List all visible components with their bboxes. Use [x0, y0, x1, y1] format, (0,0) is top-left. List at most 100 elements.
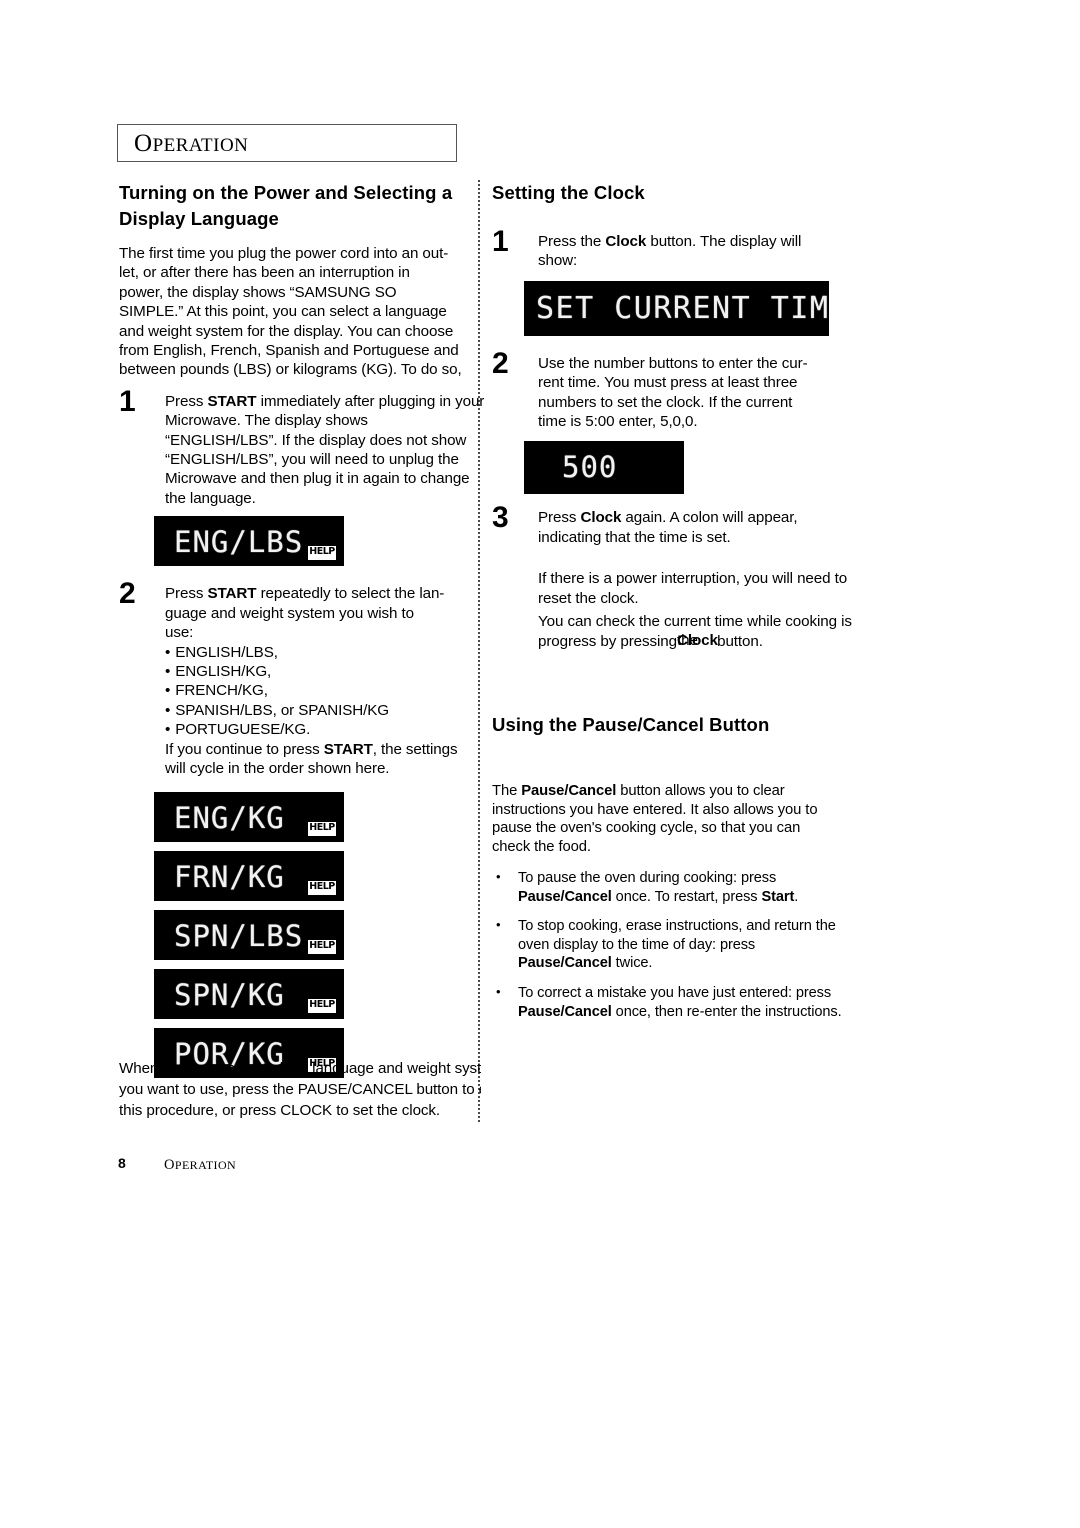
step-line: numbers to set the clock. If the current [538, 393, 793, 411]
clock-step-1: 1 Press the Clock button. The display wi… [492, 227, 882, 271]
clock-step-3: 3 Press Clock again. A colon will appear… [492, 503, 882, 547]
list-item: ENGLISH/LBS, [165, 643, 467, 662]
lcd-display-eng-lbs: ENG/LBS HELP [154, 516, 344, 567]
lcd-text: ENG/LBS [174, 525, 304, 560]
step-text: Use the number buttons to enter the cur-… [538, 354, 882, 432]
manual-page: OPERATION Turning on the Power and Selec… [0, 0, 1080, 1528]
pause-intro-line: The Pause/Cancel button allows you to cl… [492, 783, 785, 799]
step-line: Use the number buttons to enter the cur- [538, 354, 808, 372]
step-text-post: button. The display will [646, 233, 802, 250]
intro-paragraph: The first time you plug the power cord i… [119, 244, 467, 380]
step-line: guage and weight system you wish to [165, 604, 414, 622]
step-text: Press START immediately after plugging i… [165, 392, 484, 508]
list-item: To correct a mistake you have just enter… [492, 983, 882, 1021]
note-line: If there is a power interruption, you wi… [538, 570, 848, 588]
clock-button-ref: Clock [580, 509, 622, 527]
check-time-note: You can check the current time while coo… [538, 612, 882, 652]
start-button-ref: START [323, 740, 373, 758]
bullet-text-post: twice. [611, 955, 653, 972]
pause-cancel-button-ref: Pause/Cancel [518, 888, 612, 905]
intro-line: SIMPLE.” At this point, you can select a… [119, 303, 447, 321]
cycle-note-pre: If you continue to press [165, 740, 324, 758]
step-text: Press the Clock button. The display will… [538, 232, 882, 271]
step-line: Press the Clock button. The display will [538, 233, 801, 250]
bullet-line: To pause the oven during cooking: press [518, 870, 777, 887]
list-item: ENGLISH/KG, [165, 662, 467, 681]
lcd-display-spn-kg: SPN/KG HELP [154, 969, 344, 1020]
list-item: To pause the oven during cooking: press … [492, 868, 882, 906]
step-line: Microwave and then plug it in again to c… [165, 470, 470, 488]
step-line: Press START immediately after plugging i… [165, 393, 484, 410]
list-item: FRENCH/KG, [165, 681, 467, 700]
section-banner-rest: PERATION [152, 135, 249, 156]
note-line: reset the clock. [538, 589, 639, 607]
clock-notes: If there is a power interruption, you wi… [492, 569, 882, 652]
language-option-list: ENGLISH/LBS, ENGLISH/KG, FRENCH/KG, SPAN… [165, 643, 467, 740]
step-line: time is 5:00 enter, 5,0,0. [538, 413, 698, 431]
pause-intro-pre: The [492, 782, 522, 799]
cycle-note-line1: If you continue to press START, the sett… [165, 740, 458, 758]
help-badge: HELP [308, 546, 336, 561]
bullet-text-mid: once. To restart, press [611, 888, 762, 905]
note-text-pre: progress by pressing [538, 633, 677, 651]
cycle-note-line2: will cycle in the order shown here. [165, 759, 390, 777]
closing-line: When you have selected the language and … [119, 1060, 481, 1077]
pause-cancel-button-ref: Pause/Cancel [518, 955, 612, 972]
bullet-text-post: . [794, 888, 799, 905]
step-number: 3 [492, 501, 509, 535]
bullet-line: oven display to the time of day: press [518, 936, 756, 953]
section-banner-initial: O [134, 130, 153, 157]
left-heading-line2: Display Language [119, 208, 279, 229]
pause-intro-line: check the food. [492, 839, 591, 856]
clock-button-ref: Clock [676, 632, 718, 650]
footer-section-title: OPERATION [164, 1157, 236, 1174]
right-column: Setting the Clock 1 Press the Clock butt… [492, 180, 882, 1032]
note-text-post: button. [712, 633, 763, 651]
pause-cancel-button-ref: Pause/Cancel [521, 782, 617, 799]
section-banner-label: OPERATION [134, 130, 248, 158]
left-column: Turning on the Power and Selecting a Dis… [119, 180, 484, 1087]
pause-intro-line: instructions you have entered. It also a… [492, 801, 818, 818]
step-line: Press Clock again. A colon will appear, [538, 509, 798, 526]
step-number: 1 [492, 225, 509, 258]
intro-line: power, the display shows “SAMSUNG SO [119, 283, 397, 301]
step-text-pre: Press [165, 585, 208, 603]
step-text-post: repeatedly to select the lan- [256, 585, 445, 603]
step-text-post: immediately after plugging in your [256, 392, 485, 410]
intro-line: and weight system for the display. You c… [119, 322, 454, 340]
lcd-display-set-current-time: SET CURRENT TIME [524, 280, 829, 336]
footer-rest: PERATION [174, 1158, 237, 1172]
lcd-text: ENG/KG [174, 801, 285, 836]
section-banner: OPERATION [117, 124, 457, 162]
note-line: You can check the current time while coo… [538, 613, 852, 631]
lcd-display-500: 500 [524, 441, 684, 495]
left-heading: Turning on the Power and Selecting a Dis… [119, 180, 467, 232]
footer-initial: O [164, 1157, 175, 1173]
list-item: To stop cooking, erase instructions, and… [492, 916, 882, 973]
left-step-1: 1 Press START immediately after plugging… [119, 386, 484, 508]
intro-line: The first time you plug the power cord i… [119, 245, 449, 262]
help-badge: HELP [308, 999, 336, 1014]
bullet-line: Pause/Cancel once. To restart, press Sta… [518, 889, 798, 905]
closing-line: this procedure, or press CLOCK to set th… [119, 1102, 441, 1119]
step-line: use: [165, 624, 194, 642]
step-text-pre: Press [165, 392, 208, 410]
lcd-text: FRN/KG [174, 860, 285, 895]
step-line: the language. [165, 489, 256, 507]
clock-section-heading: Setting the Clock [492, 182, 645, 203]
start-button-ref: START [207, 392, 257, 410]
page-number: 8 [118, 1155, 126, 1171]
step-line: Press START repeatedly to select the lan… [165, 585, 444, 602]
list-item: PORTUGUESE/KG. [165, 720, 467, 739]
cycle-note-post: , the settings [372, 740, 458, 758]
closing-paragraph: When you have selected the language and … [119, 1058, 481, 1128]
step-number: 1 [119, 384, 136, 418]
pause-cancel-button-ref: Pause/Cancel [518, 1003, 612, 1020]
help-badge: HELP [308, 881, 336, 896]
step-number: 2 [492, 346, 509, 380]
left-step-2: 2 Press START repeatedly to select the l… [119, 579, 467, 778]
bullet-line: Pause/Cancel twice. [518, 955, 652, 971]
clock-button-ref: Clock [605, 233, 647, 250]
intro-line: between pounds (LBS) or kilograms (KG). … [119, 361, 462, 379]
lcd-display-eng-kg: ENG/KG HELP [154, 792, 344, 843]
